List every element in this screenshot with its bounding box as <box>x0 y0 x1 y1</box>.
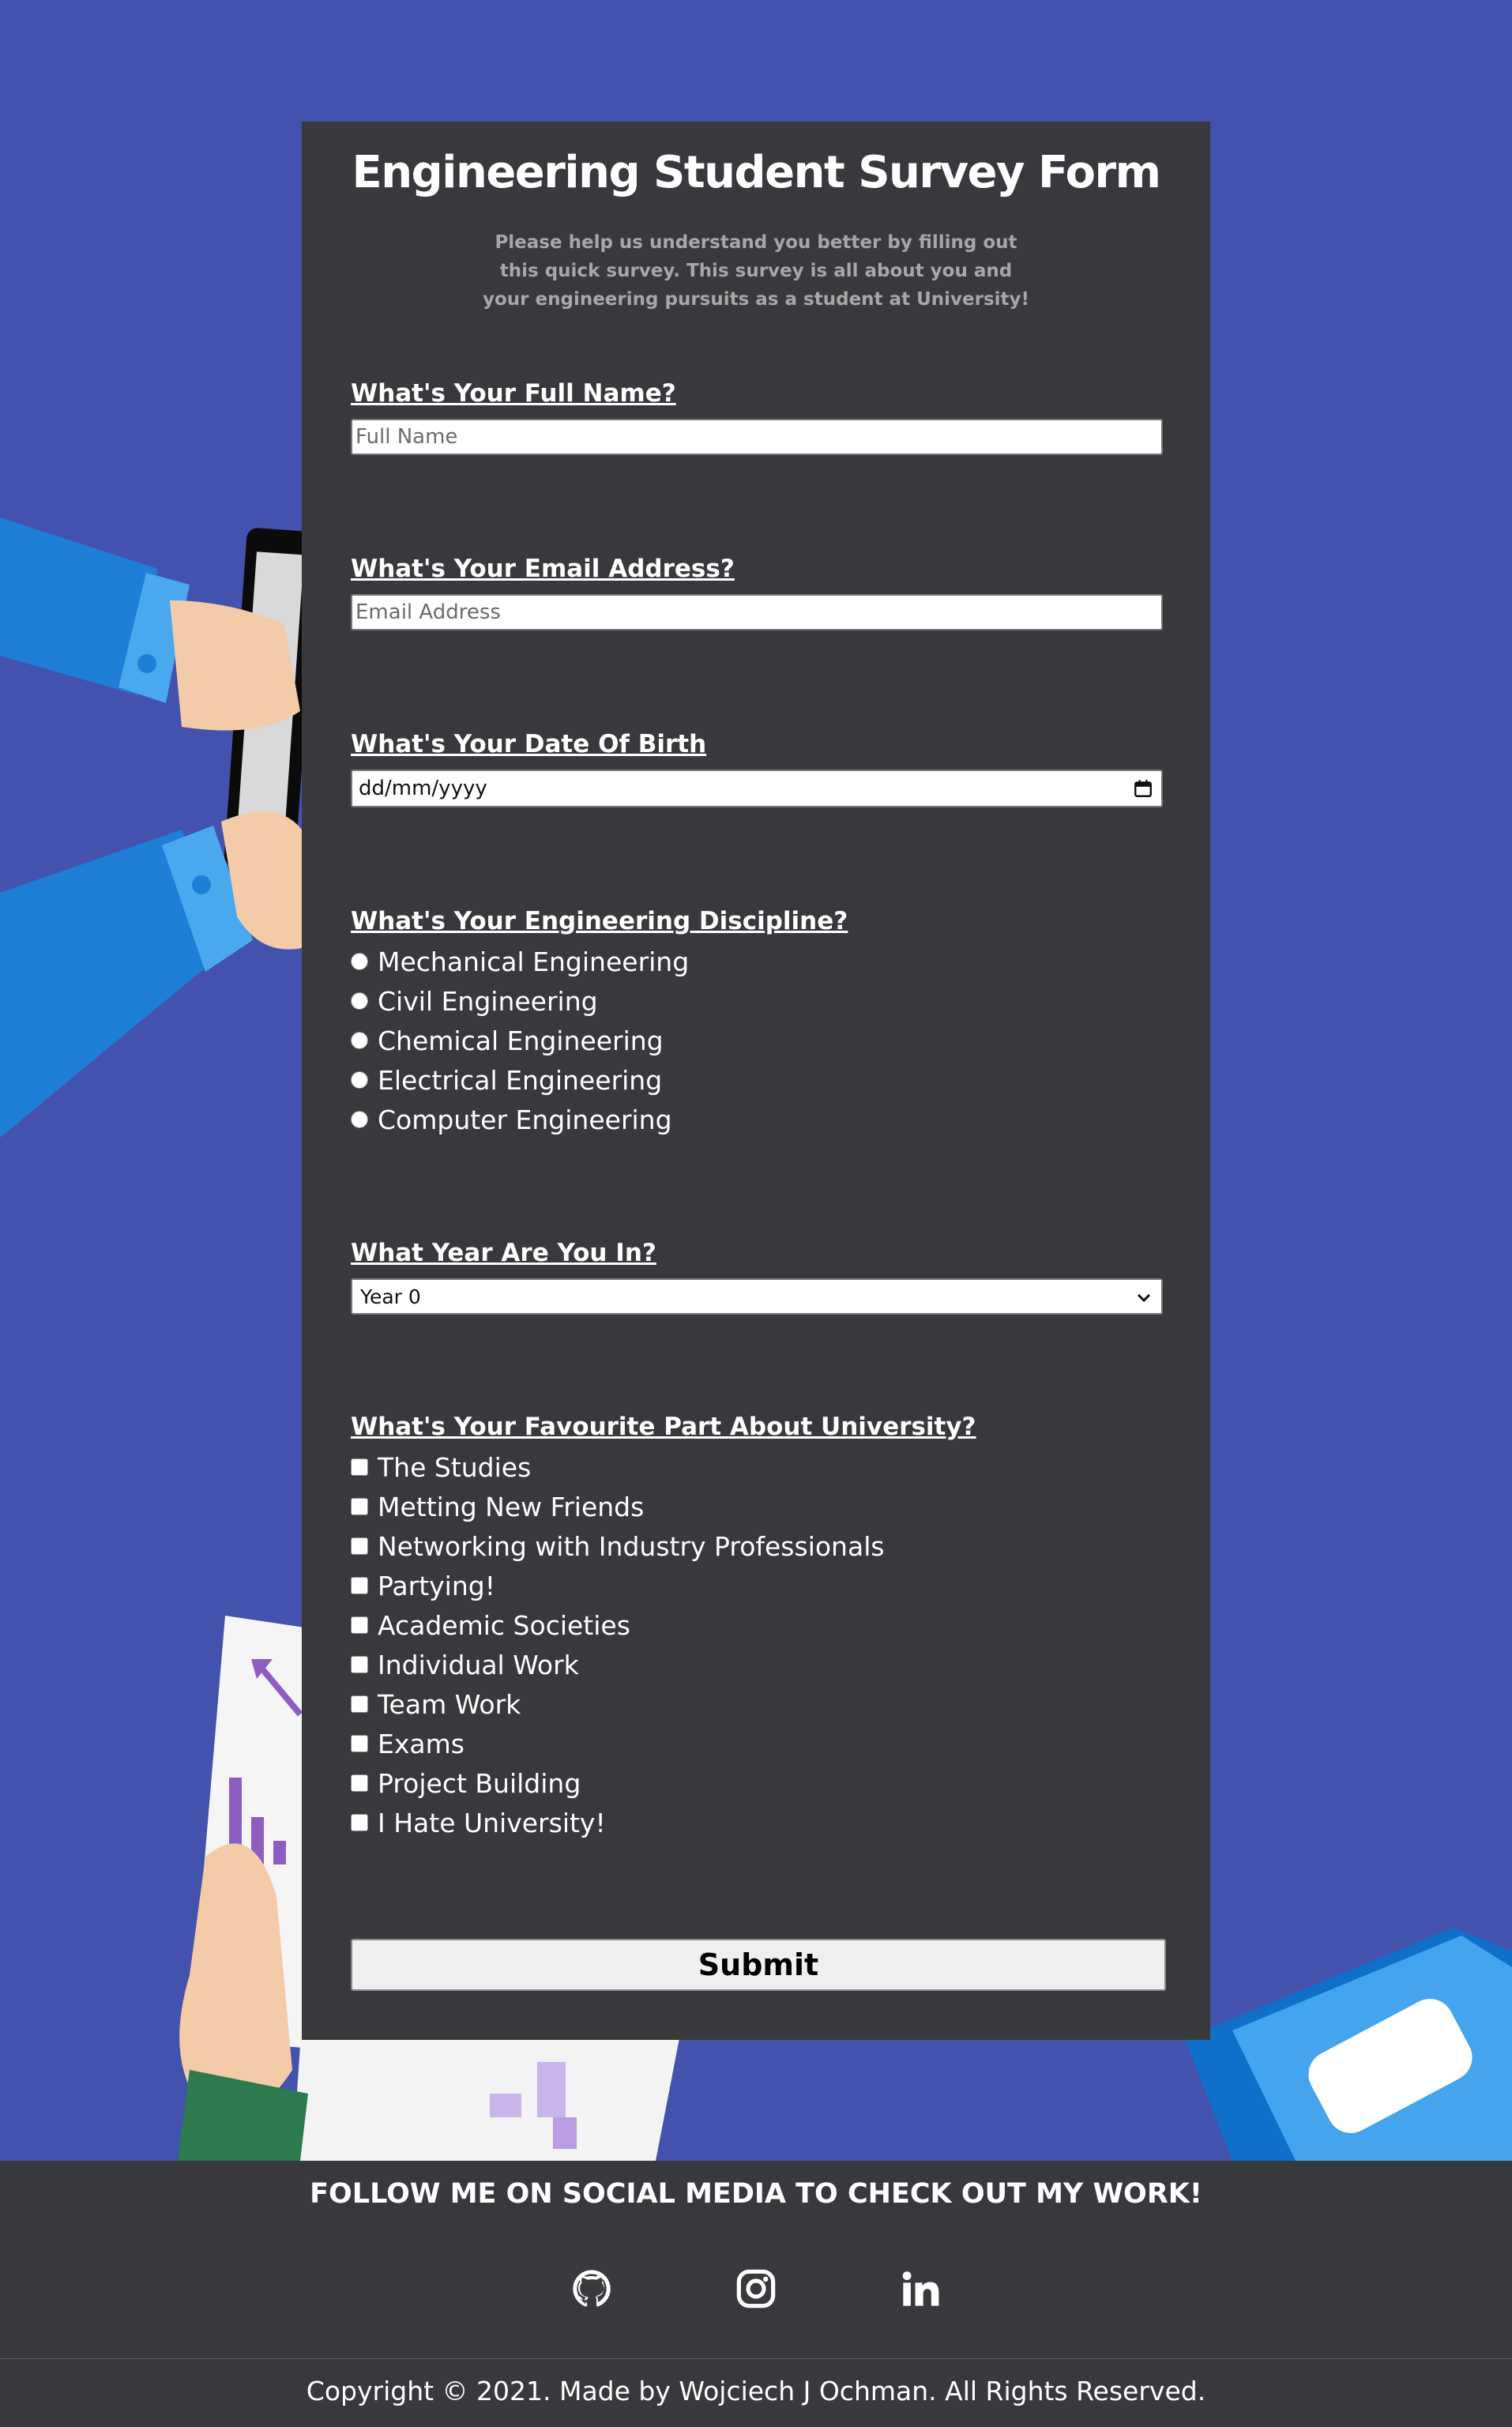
checkbox[interactable] <box>351 1498 368 1515</box>
form-title: Engineering Student Survey Form <box>352 147 1161 198</box>
discipline-label: What's Your Engineering Discipline? <box>351 907 848 935</box>
linkedin-link[interactable] <box>897 2265 944 2312</box>
dob-label: What's Your Date Of Birth <box>351 730 707 758</box>
survey-form: Engineering Student Survey Form Please h… <box>302 122 1210 2040</box>
radio-button[interactable] <box>351 1111 368 1128</box>
option-label: Exams <box>378 1728 465 1759</box>
option-label: Chemical Engineering <box>378 1025 664 1056</box>
github-link[interactable] <box>568 2265 615 2312</box>
radio-button[interactable] <box>351 953 368 970</box>
dob-input[interactable]: dd/mm/yyyy <box>351 769 1163 807</box>
favourite-option[interactable]: Project Building <box>351 1763 885 1803</box>
email-input[interactable] <box>351 594 1163 630</box>
option-label: Partying! <box>378 1570 495 1601</box>
favourite-option[interactable]: The Studies <box>351 1447 885 1487</box>
discipline-options: Mechanical Engineering Civil Engineering… <box>351 942 689 1139</box>
copyright-text: Copyright © 2021. Made by Wojciech J Och… <box>306 2376 1206 2406</box>
favourite-option[interactable]: I Hate University! <box>351 1803 885 1842</box>
radio-button[interactable] <box>351 1071 368 1089</box>
favourite-option[interactable]: Metting New Friends <box>351 1487 885 1526</box>
linkedin-icon <box>902 2271 939 2306</box>
name-label: What's Your Full Name? <box>351 379 676 408</box>
option-label: Mechanical Engineering <box>378 946 690 977</box>
year-selected-value: Year 0 <box>360 1285 421 1308</box>
checkbox[interactable] <box>351 1814 368 1831</box>
discipline-option[interactable]: Civil Engineering <box>351 981 689 1021</box>
dob-placeholder: dd/mm/yyyy <box>359 777 487 800</box>
social-links <box>0 2265 1512 2312</box>
instagram-icon <box>736 2269 776 2308</box>
submit-button[interactable]: Submit <box>351 1939 1166 1991</box>
follow-heading: FOLLOW ME ON SOCIAL MEDIA TO CHECK OUT M… <box>310 2178 1202 2210</box>
option-label: Individual Work <box>378 1649 579 1680</box>
favourite-label: What's Your Favourite Part About Univers… <box>351 1413 976 1441</box>
checkbox[interactable] <box>351 1616 368 1634</box>
checkbox[interactable] <box>351 1774 368 1792</box>
option-label: Team Work <box>378 1688 521 1720</box>
option-label: Civil Engineering <box>378 985 598 1017</box>
option-label: Metting New Friends <box>378 1491 645 1522</box>
radio-button[interactable] <box>351 1032 368 1049</box>
email-label: What's Your Email Address? <box>351 555 735 583</box>
discipline-option[interactable]: Computer Engineering <box>351 1100 689 1139</box>
discipline-option[interactable]: Electrical Engineering <box>351 1060 689 1100</box>
checkbox[interactable] <box>351 1537 368 1555</box>
checkbox[interactable] <box>351 1577 368 1594</box>
year-select[interactable]: Year 0 <box>351 1278 1163 1315</box>
calendar-icon[interactable] <box>1133 778 1153 799</box>
favourite-option[interactable]: Individual Work <box>351 1645 885 1684</box>
option-label: Project Building <box>378 1767 581 1799</box>
option-label: Electrical Engineering <box>378 1064 663 1096</box>
favourite-option[interactable]: Exams <box>351 1724 885 1763</box>
radio-button[interactable] <box>351 992 368 1010</box>
discipline-option[interactable]: Mechanical Engineering <box>351 942 689 981</box>
favourite-option[interactable]: Team Work <box>351 1684 885 1724</box>
github-icon <box>573 2270 611 2307</box>
checkbox[interactable] <box>351 1458 368 1476</box>
favourite-option[interactable]: Partying! <box>351 1566 885 1605</box>
favourite-option[interactable]: Networking with Industry Professionals <box>351 1526 885 1566</box>
option-label: I Hate University! <box>378 1807 606 1838</box>
favourite-option[interactable]: Academic Societies <box>351 1605 885 1645</box>
checkbox[interactable] <box>351 1735 368 1752</box>
option-label: Computer Engineering <box>378 1104 672 1135</box>
option-label: Networking with Industry Professionals <box>378 1530 885 1562</box>
checkbox[interactable] <box>351 1656 368 1673</box>
discipline-option[interactable]: Chemical Engineering <box>351 1021 689 1060</box>
year-label: What Year Are You In? <box>351 1239 656 1267</box>
full-name-input[interactable] <box>351 419 1163 455</box>
form-description: Please help us understand you better by … <box>483 232 1029 310</box>
instagram-link[interactable] <box>732 2265 780 2312</box>
favourite-options: The Studies Metting New Friends Networki… <box>351 1447 885 1842</box>
footer-divider <box>0 2358 1512 2359</box>
footer: FOLLOW ME ON SOCIAL MEDIA TO CHECK OUT M… <box>0 2161 1512 2427</box>
checkbox[interactable] <box>351 1695 368 1713</box>
chevron-down-icon[interactable] <box>1134 1288 1153 1307</box>
option-label: The Studies <box>378 1451 532 1483</box>
option-label: Academic Societies <box>378 1609 630 1641</box>
